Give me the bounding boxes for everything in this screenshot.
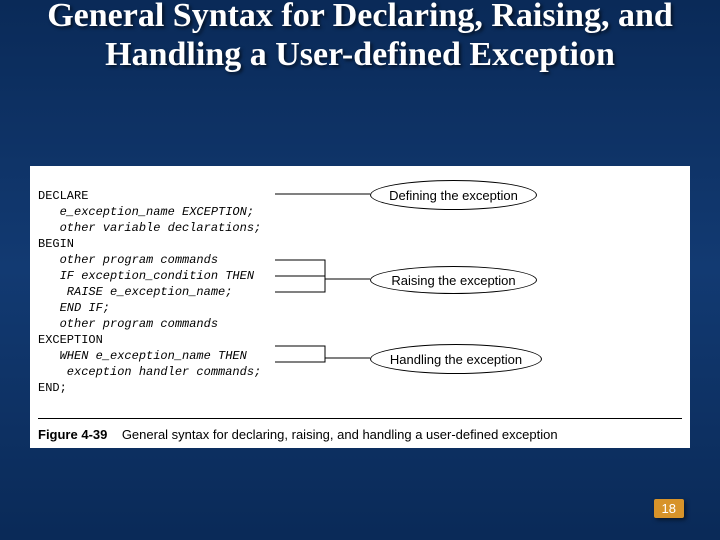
- code-line-exception: EXCEPTION: [38, 333, 103, 347]
- code-line-other-cmds1: other program commands: [38, 253, 218, 267]
- figure-caption-text: General syntax for declaring, raising, a…: [122, 427, 558, 442]
- code-line-endif: END IF;: [38, 301, 110, 315]
- label-define: Defining the exception: [370, 180, 537, 210]
- code-line-other-vars: other variable declarations;: [38, 221, 261, 235]
- code-line-declare: DECLARE: [38, 189, 88, 203]
- code-line-exc-decl: e_exception_name EXCEPTION;: [38, 205, 254, 219]
- code-line-if: IF exception_condition THEN: [38, 269, 254, 283]
- page-number-badge: 18: [654, 499, 684, 518]
- code-line-other-cmds2: other program commands: [38, 317, 218, 331]
- slide-title: General Syntax for Declaring, Raising, a…: [0, 0, 720, 74]
- code-line-when: WHEN e_exception_name THEN: [38, 349, 247, 363]
- figure-number: Figure 4-39: [38, 427, 107, 442]
- figure-panel: DECLARE e_exception_name EXCEPTION; othe…: [30, 166, 690, 448]
- code-line-raise: RAISE e_exception_name;: [38, 285, 232, 299]
- figure-caption: Figure 4-39 General syntax for declaring…: [38, 418, 682, 442]
- code-line-end: END;: [38, 381, 67, 395]
- code-block: DECLARE e_exception_name EXCEPTION; othe…: [38, 172, 261, 412]
- label-raise: Raising the exception: [370, 266, 537, 294]
- label-handle: Handling the exception: [370, 344, 542, 374]
- code-line-begin: BEGIN: [38, 237, 74, 251]
- code-line-handler: exception handler commands;: [38, 365, 261, 379]
